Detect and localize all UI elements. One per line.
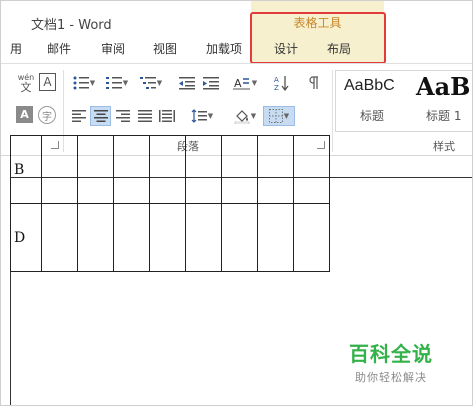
red-highlight-box [250, 12, 386, 64]
document-table[interactable]: B D [10, 135, 330, 272]
phonetic-guide-bottom: 文 [20, 80, 32, 94]
group-separator-2 [332, 70, 333, 152]
chinese-layout-icon: A [232, 77, 250, 90]
numbering-button[interactable]: ▼ [102, 73, 132, 93]
line-spacing-icon [191, 109, 207, 123]
table-cell[interactable] [221, 135, 258, 204]
table-cell[interactable] [293, 203, 330, 272]
svg-text:A: A [274, 76, 279, 84]
line-spacing-button[interactable]: ▼ [187, 106, 217, 126]
justify-button[interactable] [135, 106, 155, 126]
table-cell[interactable] [149, 135, 186, 204]
align-left-icon [72, 110, 86, 122]
table-cell[interactable] [257, 203, 294, 272]
table-cell[interactable] [149, 203, 186, 272]
numbering-icon [105, 77, 122, 89]
table-cell[interactable] [41, 135, 78, 204]
style-name-heading1: 标题 1 [426, 109, 462, 123]
table-row: D [10, 203, 330, 272]
sort-icon: AZ [274, 76, 289, 91]
tab-review[interactable]: 审阅 [101, 40, 125, 57]
character-border-glyph: A [43, 75, 52, 89]
decrease-indent-icon [179, 77, 195, 90]
bullets-icon [73, 76, 89, 90]
table-cell[interactable] [293, 135, 330, 204]
increase-indent-icon [203, 77, 219, 90]
increase-indent-button[interactable] [200, 73, 222, 93]
tab-partial[interactable]: 用 [10, 40, 22, 57]
styles-group-label: 样式 [433, 140, 455, 153]
style-preview-heading1: AaB [416, 72, 471, 101]
style-item-heading1[interactable]: AaB 标题 1 [412, 71, 472, 131]
decrease-indent-button[interactable] [176, 73, 198, 93]
borders-button[interactable]: ▼ [263, 106, 295, 126]
align-center-icon [93, 110, 108, 122]
distributed-button[interactable] [157, 106, 177, 126]
document-title: 文档1 - Word [31, 18, 112, 33]
style-name-title: 标题 [360, 109, 385, 123]
paint-bucket-icon [234, 110, 250, 124]
table-cell[interactable]: B [10, 135, 42, 204]
align-center-button[interactable] [90, 106, 111, 126]
title-bar: 文档1 - Word [1, 1, 472, 35]
table-cell[interactable] [185, 135, 222, 204]
distributed-icon [159, 110, 175, 122]
ribbon-tabs: 用 邮件 审阅 视图 加载项 设计 布局 [1, 35, 472, 63]
table-cell[interactable] [113, 135, 150, 204]
enclose-characters-glyph: 字 [42, 111, 52, 123]
table-cell[interactable] [185, 203, 222, 272]
watermark-sub-text: 助你轻松解决 [355, 371, 427, 384]
align-right-button[interactable] [113, 106, 133, 126]
bullets-button[interactable]: ▼ [69, 73, 99, 93]
table-cell[interactable] [221, 203, 258, 272]
table-cell[interactable] [257, 135, 294, 204]
sort-button[interactable]: AZ [271, 73, 293, 93]
svg-text:Z: Z [274, 84, 279, 91]
multilevel-list-button[interactable]: ▼ [136, 73, 166, 93]
paragraph-mark-icon [309, 76, 318, 89]
character-shading-button[interactable]: A [16, 106, 33, 123]
table-cell[interactable] [113, 203, 150, 272]
table-row: B [10, 135, 330, 204]
multilevel-list-icon [139, 77, 156, 89]
enclose-characters-button[interactable]: 字 [38, 106, 56, 124]
table-cell[interactable] [41, 203, 78, 272]
word-window: 文档1 - Word 表格工具 用 邮件 审阅 视图 加载项 设计 布局 wén… [0, 0, 473, 406]
watermark-main-text: 百科全说 [349, 342, 433, 366]
show-hide-marks-button[interactable] [304, 73, 324, 93]
character-border-button[interactable]: A [39, 73, 56, 91]
table-cell[interactable] [77, 203, 114, 272]
styles-gallery[interactable]: AaBbC 标题 AaB 标题 1 [335, 70, 472, 132]
table-cell[interactable]: D [10, 203, 42, 272]
watermark-logo: 百科全说 助你轻松解决 [346, 338, 436, 385]
chinese-layout-button[interactable]: A ▼ [230, 73, 260, 93]
tab-view[interactable]: 视图 [153, 40, 177, 57]
style-item-title[interactable]: AaBbC 标题 [336, 71, 411, 131]
justify-icon [138, 110, 152, 122]
phonetic-guide-button[interactable]: wén 文 [15, 72, 37, 94]
align-right-icon [116, 110, 130, 122]
tab-addins[interactable]: 加载项 [206, 40, 242, 57]
borders-icon [268, 109, 283, 123]
style-preview-title: AaBbC [344, 77, 395, 94]
shading-button[interactable]: ▼ [230, 106, 260, 126]
table-cell[interactable] [77, 135, 114, 204]
character-shading-glyph: A [20, 108, 29, 121]
svg-text:A: A [234, 77, 242, 90]
tab-mailings[interactable]: 邮件 [47, 40, 71, 57]
align-left-button[interactable] [69, 106, 89, 126]
